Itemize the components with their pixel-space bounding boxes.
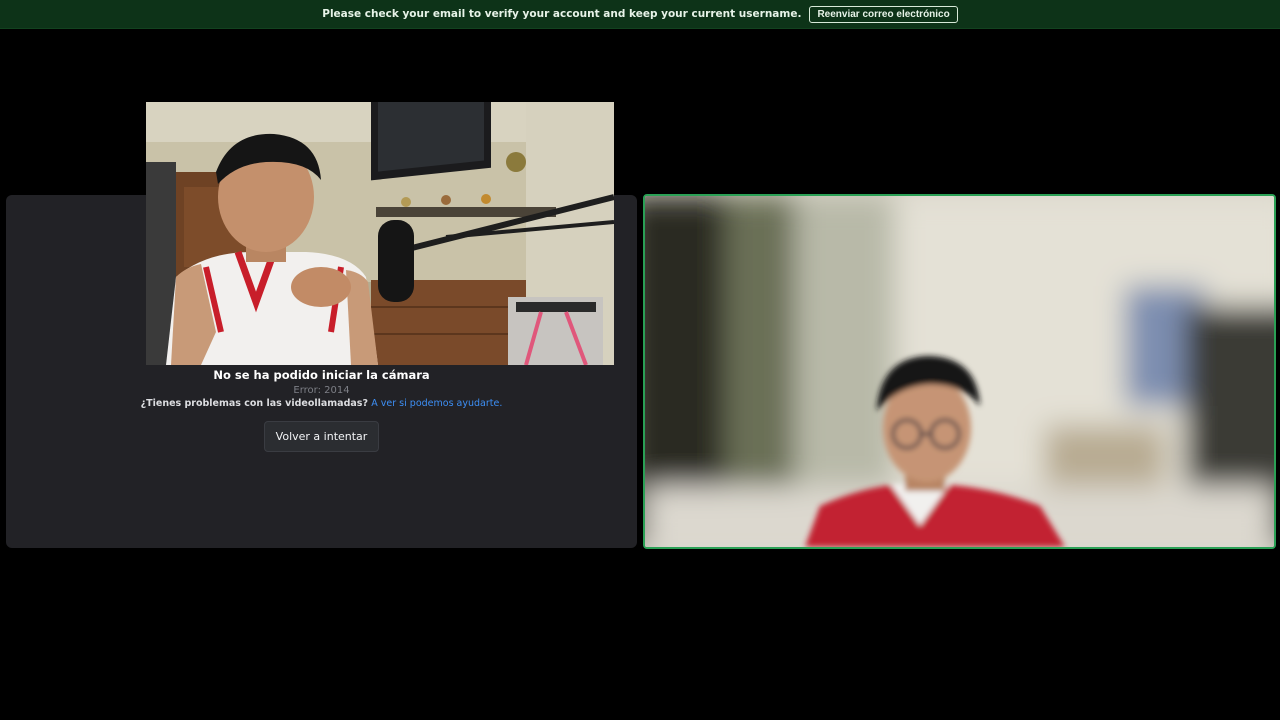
camera-error-title: No se ha podido iniciar la cámara <box>213 368 430 382</box>
help-link[interactable]: A ver si podemos ayudarte. <box>371 398 502 409</box>
camera-error-panel: No se ha podido iniciar la cámara Error:… <box>6 366 637 452</box>
retry-camera-button[interactable]: Volver a intentar <box>263 421 380 452</box>
remote-video-tile[interactable] <box>643 194 1276 549</box>
camera-preview-image <box>146 102 614 365</box>
remote-video-image <box>645 196 1274 547</box>
camera-help-text: ¿Tienes problemas con las videollamadas?… <box>6 398 637 409</box>
verify-email-banner: Please check your email to verify your a… <box>0 0 1280 29</box>
banner-message: Please check your email to verify your a… <box>322 8 802 20</box>
resend-email-button[interactable]: Reenviar correo electrónico <box>809 5 958 23</box>
help-question: ¿Tienes problemas con las videollamadas? <box>140 398 368 409</box>
camera-error-code: Error: 2014 <box>293 385 350 396</box>
